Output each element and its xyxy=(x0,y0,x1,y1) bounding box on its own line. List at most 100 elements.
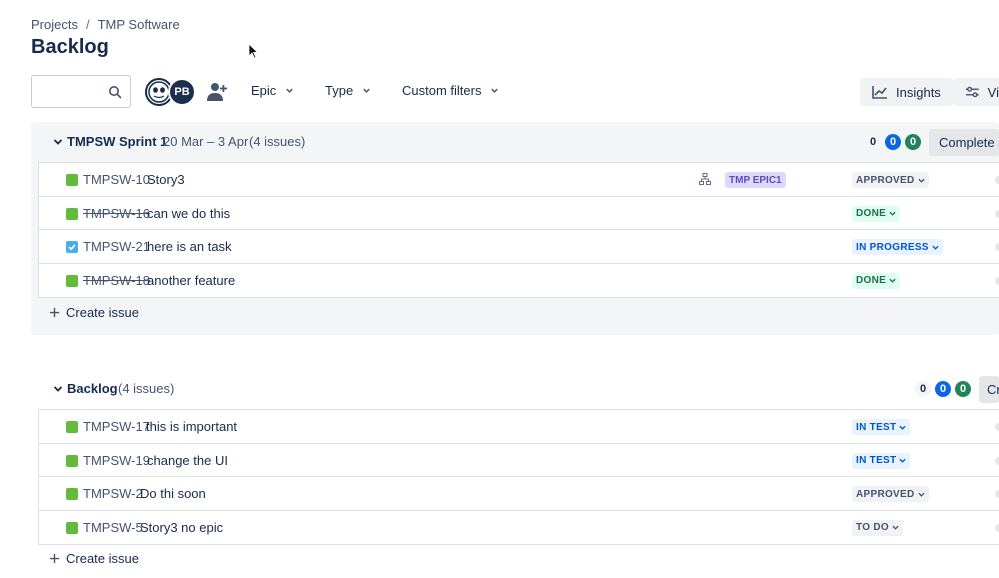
create-issue-button[interactable]: Create issue xyxy=(49,305,139,320)
issue-row[interactable]: TMPSW-17 this is important IN TEST xyxy=(39,410,999,444)
status-label: IN PROGRESS xyxy=(856,241,929,253)
create-issue-label: Create issue xyxy=(66,551,139,566)
mouse-cursor-icon xyxy=(248,43,258,59)
issue-row[interactable]: TMPSW-21 here is an task IN PROGRESS xyxy=(39,230,999,264)
status-dropdown[interactable]: APPROVED xyxy=(852,486,929,502)
inprogress-count-badge: 0 xyxy=(885,134,901,150)
row-menu-handle[interactable] xyxy=(995,276,999,285)
issue-key[interactable]: TMPSW-18 xyxy=(83,273,150,288)
sprint-issue-list: TMPSW-10 Story3 TMP EPIC1 APPROVED TMPSW… xyxy=(38,162,999,298)
chevron-down-icon xyxy=(286,88,294,93)
chevron-down-icon xyxy=(899,458,907,463)
story-icon xyxy=(66,454,78,467)
chevron-down-icon xyxy=(363,88,370,93)
sprint-status-counts: 0 0 0 xyxy=(865,134,921,150)
chevron-down-icon xyxy=(889,278,896,283)
row-menu-handle[interactable] xyxy=(995,423,999,431)
status-label: TO DO xyxy=(856,522,889,533)
create-sprint-button[interactable]: Cr xyxy=(979,376,999,403)
toolbar: PB Epic Type Custom filters Insights Vi xyxy=(31,75,999,109)
inprogress-count-badge: 0 xyxy=(935,381,951,397)
issue-summary[interactable]: change the UI xyxy=(147,453,228,468)
sprint-dates: 20 Mar – 3 Apr xyxy=(163,134,249,149)
story-icon xyxy=(66,207,78,220)
row-menu-handle[interactable] xyxy=(995,243,999,251)
sliders-icon xyxy=(965,86,979,98)
issue-row[interactable]: TMPSW-19 change the UI IN TEST xyxy=(39,444,999,477)
issue-row[interactable]: TMPSW-18 another feature DONE xyxy=(39,264,999,298)
complete-sprint-button[interactable]: Complete s xyxy=(929,129,999,156)
status-dropdown[interactable]: IN PROGRESS xyxy=(852,239,943,255)
avatar-user-pb[interactable]: PB xyxy=(168,78,196,106)
chevron-down-icon xyxy=(899,425,907,430)
task-icon xyxy=(66,241,78,253)
backlog-header[interactable]: Backlog (4 issues) 0 0 0 Cr xyxy=(31,369,999,409)
issue-key[interactable]: TMPSW-17 xyxy=(83,419,150,434)
issue-summary[interactable]: Do thi soon xyxy=(140,486,206,501)
todo-count-badge: 0 xyxy=(865,134,881,150)
status-dropdown[interactable]: DONE xyxy=(852,205,901,222)
row-menu-handle[interactable] xyxy=(995,176,999,184)
view-settings-label: Vi xyxy=(987,84,999,100)
custom-filters-dropdown[interactable]: Custom filters xyxy=(402,83,499,98)
insights-button[interactable]: Insights xyxy=(860,78,953,106)
row-menu-handle[interactable] xyxy=(995,490,999,498)
issue-summary[interactable]: this is important xyxy=(146,419,237,434)
issue-summary[interactable]: can we do this xyxy=(147,206,230,221)
story-icon xyxy=(66,174,78,186)
sprint-header[interactable]: TMPSW Sprint 1 20 Mar – 3 Apr (4 issues)… xyxy=(31,122,999,162)
todo-count-badge: 0 xyxy=(915,381,931,397)
child-issues-icon xyxy=(699,173,711,185)
row-menu-handle[interactable] xyxy=(995,523,999,532)
issue-row[interactable]: TMPSW-5 Story3 no epic TO DO xyxy=(39,511,999,545)
issue-key[interactable]: TMPSW-5 xyxy=(83,520,143,535)
issue-summary[interactable]: another feature xyxy=(147,273,235,288)
status-dropdown[interactable]: IN TEST xyxy=(852,452,911,469)
done-count-badge: 0 xyxy=(905,134,921,150)
chevron-down-icon xyxy=(932,245,939,250)
chevron-down-icon[interactable] xyxy=(52,136,64,148)
chevron-down-icon xyxy=(917,178,925,183)
view-settings-button[interactable]: Vi xyxy=(953,78,999,106)
issue-row[interactable]: TMPSW-2 Do thi soon APPROVED xyxy=(39,477,999,511)
plus-icon xyxy=(49,307,60,318)
status-label: APPROVED xyxy=(856,488,915,500)
chevron-down-icon xyxy=(889,211,896,216)
status-dropdown[interactable]: APPROVED xyxy=(852,172,929,188)
add-people-icon[interactable] xyxy=(205,81,229,103)
chevron-down-icon[interactable] xyxy=(52,383,64,395)
breadcrumb-projects-link[interactable]: Projects xyxy=(31,17,78,32)
type-filter[interactable]: Type xyxy=(325,83,371,98)
create-issue-button[interactable]: Create issue xyxy=(49,551,139,566)
issue-row[interactable]: TMPSW-10 Story3 TMP EPIC1 APPROVED xyxy=(39,163,999,197)
story-icon xyxy=(66,274,78,287)
search-input[interactable] xyxy=(31,75,131,108)
epic-lozenge[interactable]: TMP EPIC1 xyxy=(725,172,786,188)
create-issue-label: Create issue xyxy=(66,305,139,320)
issue-key[interactable]: TMPSW-21 xyxy=(83,239,150,254)
issue-summary[interactable]: here is an task xyxy=(147,239,232,254)
status-dropdown[interactable]: DONE xyxy=(852,272,901,289)
epic-filter-label: Epic xyxy=(251,83,277,98)
epic-filter[interactable]: Epic xyxy=(251,83,294,98)
sprint-issue-count: (4 issues) xyxy=(249,134,306,149)
issue-key[interactable]: TMPSW-2 xyxy=(83,486,143,501)
status-label: DONE xyxy=(856,208,887,219)
issue-key[interactable]: TMPSW-16 xyxy=(83,206,150,221)
row-menu-handle[interactable] xyxy=(995,209,999,218)
chevron-down-icon xyxy=(917,492,925,497)
breadcrumb-project-link[interactable]: TMP Software xyxy=(98,17,180,32)
issue-key[interactable]: TMPSW-10 xyxy=(83,172,150,187)
page-title: Backlog xyxy=(31,36,109,58)
row-menu-handle[interactable] xyxy=(995,456,999,465)
issue-key[interactable]: TMPSW-19 xyxy=(83,453,150,468)
chevron-down-icon xyxy=(491,88,499,93)
status-dropdown[interactable]: IN TEST xyxy=(852,419,911,435)
status-label: DONE xyxy=(856,275,887,286)
issue-summary[interactable]: Story3 xyxy=(147,172,185,187)
status-dropdown[interactable]: TO DO xyxy=(852,519,903,536)
insights-chart-icon xyxy=(872,86,887,99)
issue-summary[interactable]: Story3 no epic xyxy=(140,520,223,535)
issue-row[interactable]: TMPSW-16 can we do this DONE xyxy=(39,197,999,230)
insights-label: Insights xyxy=(896,84,941,100)
